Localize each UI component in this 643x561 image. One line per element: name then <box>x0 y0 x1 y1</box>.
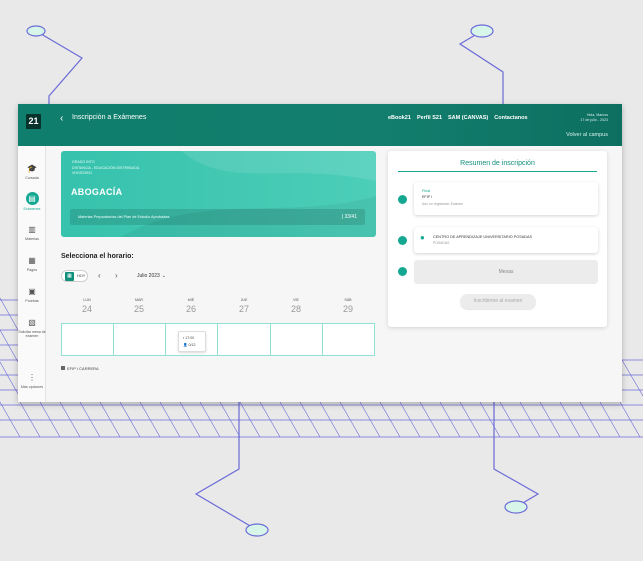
day-number: 26 <box>185 304 196 314</box>
day-cell[interactable]: ▪ 17:00 👤 0/12 <box>166 324 218 355</box>
book-icon: ▥ <box>28 225 36 234</box>
legend-swatch <box>61 366 65 370</box>
printer-icon: ▣ <box>28 287 36 296</box>
user-date: 17 de julio - 2023 <box>580 118 608 122</box>
location-pin-icon: ● <box>420 233 425 242</box>
top-bar: 21 ‹ Inscripción a Exámenes eBook21 Perf… <box>18 104 622 146</box>
exam-detail: Aún no registrada. Examen <box>422 202 464 206</box>
day-name: LUN <box>83 298 91 302</box>
step-1-exam-card[interactable]: Final EFIP I Aún no registrada. Examen <box>414 182 598 215</box>
submit-enrollment-button[interactable]: Inscribirme al examen <box>460 294 536 309</box>
career-meta: GRADO INTO DISTANCIA - EDUCACIÓN DISTRIB… <box>72 160 139 177</box>
calendar-icon: ▦ <box>65 272 74 281</box>
top-nav: eBook21 Perfil S21 SAM (CANVAS) Contacta… <box>388 115 528 121</box>
day-cell[interactable] <box>62 324 114 355</box>
day-name: VIE <box>293 298 299 302</box>
graduation-cap-icon: 🎓 <box>27 164 37 173</box>
month-selector[interactable]: Julio 2023 ⌄ <box>137 273 166 279</box>
day-column-header: SÁB 29 <box>322 298 374 314</box>
location-city: POSADAS <box>433 241 450 245</box>
subjects-label: Materias Preparatorias del Plan de Estud… <box>78 215 170 219</box>
day-number: 24 <box>81 304 92 314</box>
day-cell[interactable] <box>219 324 271 355</box>
career-meta-line: VHGS23931 <box>72 171 93 175</box>
next-week-icon[interactable]: › <box>115 270 118 282</box>
document-icon: ▤ <box>25 192 39 205</box>
day-cell[interactable] <box>271 324 323 355</box>
more-vertical-icon: ⋮ <box>28 373 36 382</box>
sidebar-item-examenes[interactable]: ▤ Exámenes <box>18 192 46 211</box>
schedule-title: Selecciona el horario: <box>61 253 134 260</box>
day-name: MIÉ <box>187 298 195 302</box>
day-name: JUE <box>240 298 248 302</box>
sidebar-item-pruebas[interactable]: ▣ Pruebas <box>18 287 46 303</box>
day-cell[interactable] <box>114 324 166 355</box>
career-card: GRADO INTO DISTANCIA - EDUCACIÓN DISTRIB… <box>61 151 376 237</box>
app-window: 21 ‹ Inscripción a Exámenes eBook21 Perf… <box>18 104 622 402</box>
nav-link-perfil-s21[interactable]: Perfil S21 <box>417 115 442 121</box>
chevron-down-icon: ⌄ <box>161 273 166 279</box>
day-column-header: MAR 25 <box>113 298 165 314</box>
step-1-indicator <box>398 195 407 204</box>
sidebar-item-label: Materias <box>25 237 39 241</box>
sidebar-item-materias[interactable]: ▥ Materias <box>18 225 46 241</box>
month-label: Julio 2023 <box>137 273 160 279</box>
user-info: Hola, Marcos 17 de julio - 2023 <box>580 113 608 123</box>
back-arrow-icon[interactable]: ‹ <box>60 113 63 124</box>
sidebar-item-label: Más opciones <box>20 385 44 389</box>
legend-label: EFIP I CARRERA <box>67 366 99 371</box>
sidebar-item-label: Cursada <box>25 176 39 180</box>
day-name: SÁB <box>344 298 352 302</box>
day-column-header: JUE 27 <box>218 298 270 314</box>
today-button[interactable]: ▦ HOY <box>61 270 88 282</box>
exam-type: Final <box>422 189 431 193</box>
logo-21[interactable]: 21 <box>26 114 41 129</box>
day-number: 28 <box>290 304 301 314</box>
prev-week-icon[interactable]: ‹ <box>98 270 101 282</box>
day-name: MAR <box>135 298 143 302</box>
sidebar-item-label: Pagos <box>26 268 38 272</box>
day-column-header: VIE 28 <box>270 298 322 314</box>
book-open-icon: ▧ <box>28 318 36 327</box>
sidebar-item-pagos[interactable]: ▦ Pagos <box>18 256 46 272</box>
day-number: 29 <box>342 304 353 314</box>
summary-title: Resumen de inscripción <box>398 160 597 172</box>
step-2-location-card[interactable]: ● CENTRO DE APRENDIZAJE UNIVERSITARIO PO… <box>414 227 598 253</box>
slot-seats: 👤 0/12 <box>183 343 196 347</box>
career-name: ABOGACÍA <box>71 187 123 197</box>
exam-time-slot[interactable]: ▪ 17:00 👤 0/12 <box>178 331 206 352</box>
day-column-header: LUN 24 <box>61 298 113 314</box>
sidebar-item-label: Pruebas <box>25 299 39 303</box>
nav-link-ebook21[interactable]: eBook21 <box>388 115 411 121</box>
subjects-count: | 33/41 <box>341 214 357 220</box>
sidebar: 🎓 Cursada ▤ Exámenes ▥ Materias ▦ Pagos … <box>18 146 46 402</box>
exam-subject: EFIP I <box>422 195 432 199</box>
step-3-indicator <box>398 267 407 276</box>
sidebar-item-solicitar-mesa[interactable]: ▧ Solicitar mesa de examen <box>18 318 46 338</box>
sidebar-item-label: Solicitar mesa de examen <box>18 330 46 338</box>
day-column-header: MIÉ 26 <box>165 298 217 314</box>
day-number: 25 <box>133 304 144 314</box>
today-label: HOY <box>77 274 86 278</box>
step-2-indicator <box>398 236 407 245</box>
mesas-field[interactable]: Mesas <box>414 260 598 284</box>
nav-link-contactanos[interactable]: Contactanos <box>494 115 527 121</box>
slot-time: ▪ 17:00 <box>183 336 195 340</box>
calendar-controls: ▦ HOY ‹ › Julio 2023 ⌄ <box>61 270 221 282</box>
nav-link-sam-canvas[interactable]: SAM (CANVAS) <box>448 115 488 121</box>
sidebar-item-label: Exámenes <box>23 207 41 211</box>
receipt-icon: ▦ <box>28 256 36 265</box>
location-name: CENTRO DE APRENDIZAJE UNIVERSITARIO POSA… <box>433 235 533 239</box>
week-header: LUN 24 MAR 25 MIÉ 26 JUE 27 VIE 28 SÁB 2… <box>61 298 375 318</box>
schedule-grid: ▪ 17:00 👤 0/12 <box>61 323 375 356</box>
day-cell[interactable] <box>323 324 375 355</box>
sidebar-item-cursada[interactable]: 🎓 Cursada <box>18 164 46 180</box>
legend: EFIP I CARRERA <box>61 366 99 371</box>
page-title: Inscripción a Exámenes <box>72 114 147 121</box>
sidebar-item-mas-opciones[interactable]: ⋮ Más opciones <box>18 373 46 389</box>
subjects-progress-bar: Materias Preparatorias del Plan de Estud… <box>70 209 365 225</box>
back-to-campus-link[interactable]: Volver al campus <box>566 132 608 138</box>
day-number: 27 <box>238 304 249 314</box>
